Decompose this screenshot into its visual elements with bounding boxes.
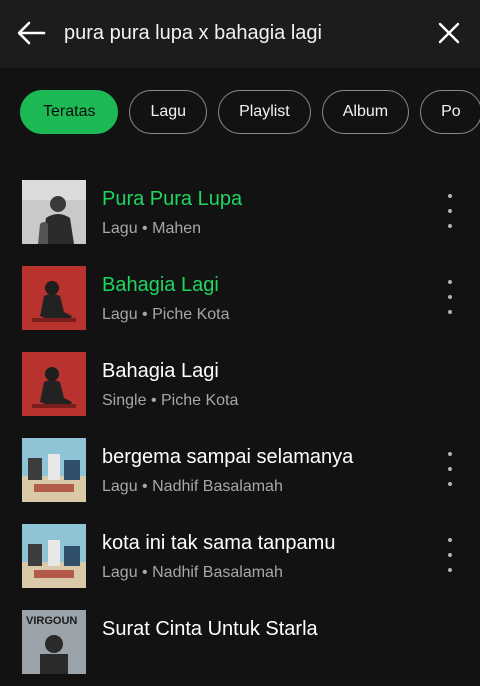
cover-art	[22, 524, 86, 588]
result-subtitle: Lagu • Nadhif Basalamah	[102, 478, 283, 495]
svg-text:VIRGOUN: VIRGOUN	[26, 615, 77, 627]
result-title: Bahagia Lagi	[102, 360, 219, 382]
result-title: Pura Pura Lupa	[102, 188, 243, 210]
more-options-button[interactable]	[440, 538, 460, 572]
filter-chip-lagu[interactable]: Lagu	[129, 90, 208, 134]
more-options-button[interactable]	[440, 280, 460, 314]
cover-art	[22, 438, 86, 502]
arrow-left-icon	[17, 21, 46, 45]
result-row[interactable]: Bahagia Lagi Lagu • Piche Kota	[0, 256, 480, 342]
result-row[interactable]: kota ini tak sama tanpamu Lagu • Nadhif …	[0, 514, 480, 600]
cover-art	[22, 352, 86, 416]
search-input[interactable]: pura pura lupa x bahagia lagi	[64, 22, 322, 45]
result-row[interactable]: Pura Pura Lupa Lagu • Mahen	[0, 170, 480, 256]
filter-chip-album[interactable]: Album	[321, 90, 410, 134]
result-subtitle: Single • Piche Kota	[102, 392, 239, 409]
result-row[interactable]: bergema sampai selamanya Lagu • Nadhif B…	[0, 428, 480, 514]
clear-search-button[interactable]	[434, 18, 464, 48]
result-subtitle: Lagu • Nadhif Basalamah	[102, 564, 283, 581]
filter-chip-teratas[interactable]: Teratas	[20, 90, 119, 134]
result-title: kota ini tak sama tanpamu	[102, 532, 336, 554]
search-results-list: Pura Pura Lupa Lagu • Mahen Bahagia Lagi…	[0, 170, 480, 686]
back-button[interactable]	[14, 18, 48, 48]
result-title: Bahagia Lagi	[102, 274, 219, 296]
cover-art	[22, 180, 86, 244]
close-icon	[438, 22, 460, 44]
result-row[interactable]: VIRGOUN Surat Cinta Untuk Starla	[0, 600, 480, 686]
result-row[interactable]: Bahagia Lagi Single • Piche Kota	[0, 342, 480, 428]
filter-chips: Teratas Lagu Playlist Album Po	[20, 90, 480, 136]
cover-art	[22, 266, 86, 330]
filter-chip-playlist[interactable]: Playlist	[218, 90, 311, 134]
result-subtitle: Lagu • Piche Kota	[102, 306, 230, 323]
filter-chip-podcast[interactable]: Po	[420, 90, 480, 134]
search-header: pura pura lupa x bahagia lagi	[0, 0, 480, 68]
more-options-button[interactable]	[440, 452, 460, 486]
cover-art: VIRGOUN	[22, 610, 86, 674]
result-subtitle: Lagu • Mahen	[102, 220, 202, 237]
result-title: bergema sampai selamanya	[102, 446, 354, 468]
more-options-button[interactable]	[440, 194, 460, 228]
result-title: Surat Cinta Untuk Starla	[102, 618, 318, 640]
